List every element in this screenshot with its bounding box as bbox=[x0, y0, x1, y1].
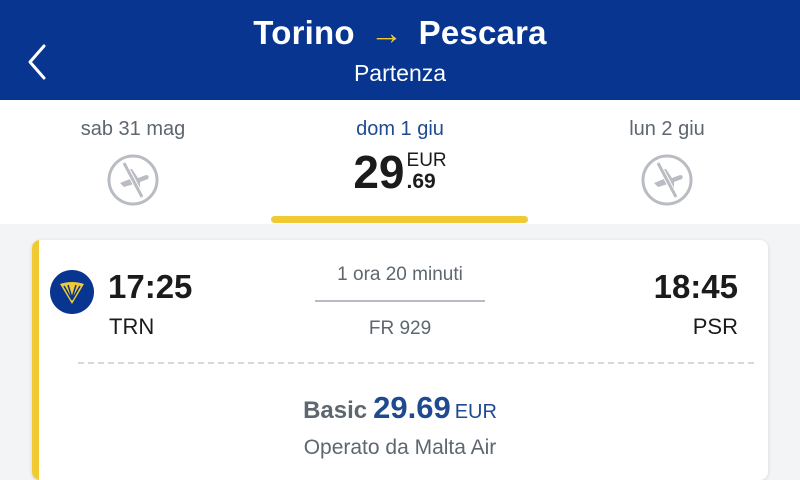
departure-time: 17:25 bbox=[108, 268, 193, 305]
date-label: sab 31 mag bbox=[80, 118, 186, 140]
duration-line bbox=[315, 300, 485, 302]
no-flight-icon bbox=[107, 154, 159, 206]
arrival-time: 18:45 bbox=[653, 268, 738, 305]
route-title: Torino → Pescara bbox=[0, 14, 800, 52]
direction-subtitle: Partenza bbox=[353, 60, 447, 86]
fare-name: Basic bbox=[303, 397, 368, 424]
date-option-next[interactable]: lun 2 giu bbox=[537, 118, 797, 207]
date-option-selected[interactable]: dom 1 giu 29 EUR .69 bbox=[270, 118, 530, 197]
price-integer: 29 bbox=[353, 146, 405, 198]
airline-logo-icon bbox=[50, 270, 94, 314]
date-price: 29 EUR .69 bbox=[353, 147, 446, 197]
origin-city: Torino bbox=[253, 14, 355, 51]
price-decimal: .69 bbox=[406, 170, 436, 193]
departure-airport-code: TRN bbox=[109, 314, 155, 339]
fare-price-row: Basic 29.69 EUR bbox=[32, 390, 768, 426]
selected-date-indicator bbox=[271, 216, 528, 223]
flight-duration: 1 ora 20 minuti bbox=[337, 264, 463, 285]
route-arrow-icon: → bbox=[370, 14, 404, 51]
flight-card[interactable]: 17:25 TRN 1 ora 20 minuti FR 929 18:45 P… bbox=[32, 240, 768, 480]
date-selector: sab 31 mag dom 1 giu 29 EUR .69 lun 2 gi… bbox=[0, 100, 800, 224]
arrival-airport-code: PSR bbox=[692, 314, 738, 339]
price-currency: EUR bbox=[406, 150, 447, 171]
card-divider bbox=[78, 362, 754, 364]
date-label: lun 2 giu bbox=[629, 118, 705, 140]
no-flight-icon bbox=[641, 154, 693, 206]
flight-number: FR 929 bbox=[368, 318, 432, 339]
operated-by: Operato da Malta Air bbox=[303, 436, 497, 459]
date-option-prev[interactable]: sab 31 mag bbox=[3, 118, 263, 207]
date-label: dom 1 giu bbox=[356, 118, 444, 140]
app-header: Torino → Pescara Partenza bbox=[0, 0, 800, 100]
fare-currency: EUR bbox=[454, 401, 497, 423]
fare-amount: 29.69 bbox=[373, 390, 451, 425]
destination-city: Pescara bbox=[418, 14, 547, 51]
